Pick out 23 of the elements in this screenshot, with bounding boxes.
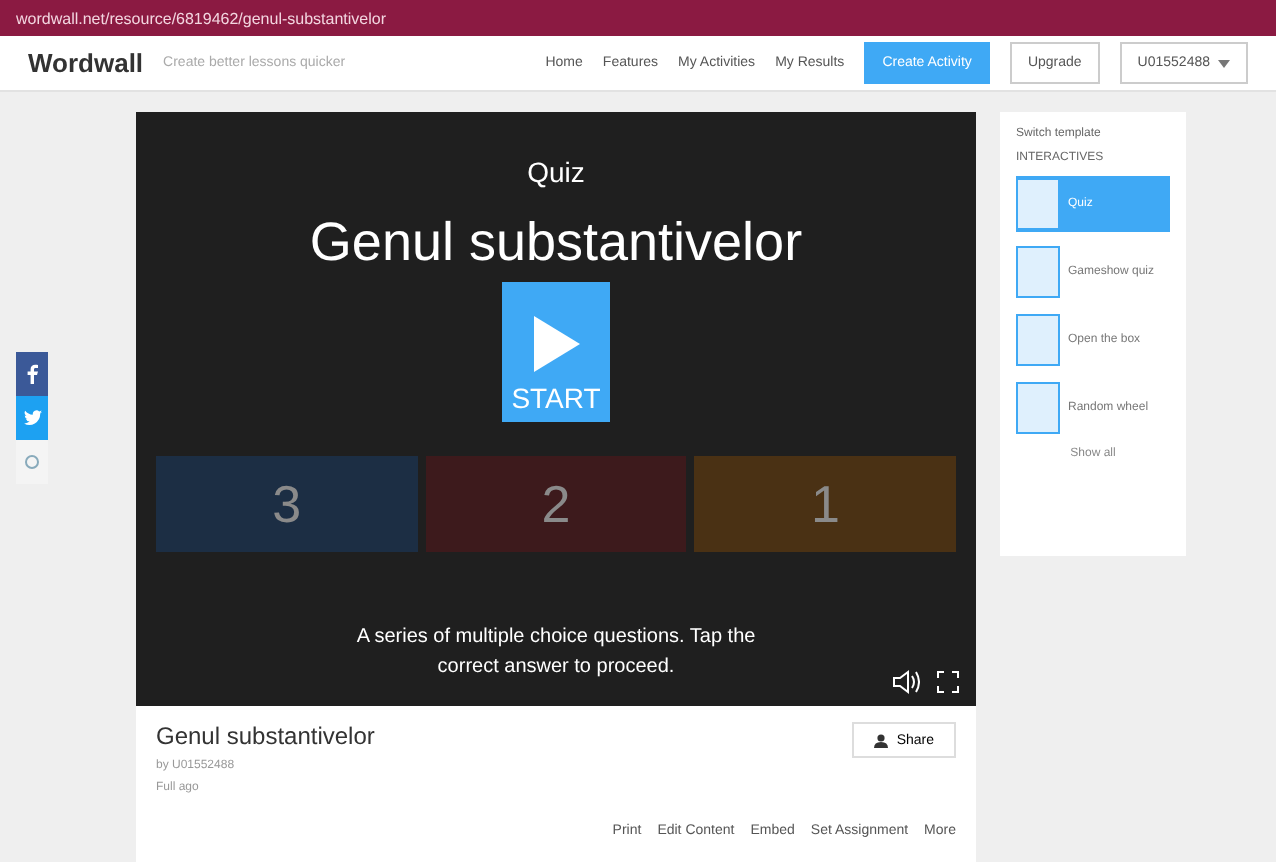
fullscreen-icon[interactable] <box>936 670 960 694</box>
logo[interactable]: Wordwall <box>28 48 144 78</box>
answer-tile: 2 <box>425 456 687 552</box>
play-icon <box>530 314 582 374</box>
address-bar[interactable]: wordwall.net/resource/6819462/genul-substantivelor <box>16 9 386 27</box>
facebook-button[interactable] <box>16 352 48 396</box>
template-thumbnail <box>1016 178 1060 230</box>
bird-icon <box>23 410 41 426</box>
answer-tile: 1 <box>694 456 957 552</box>
template-thumbnail <box>1016 246 1060 298</box>
sound-icon[interactable] <box>892 670 920 694</box>
description: A series of multiple choice questions. Tap the correct answer to proceed. <box>356 624 756 682</box>
answer-tile: 3 <box>156 456 418 552</box>
twitter-button[interactable] <box>16 396 48 440</box>
template-thumbnail <box>1016 382 1060 434</box>
activity-title: Genul substantivelor <box>156 722 377 750</box>
activity-title: Genul substantivelor <box>309 212 803 274</box>
chevron-down-icon <box>1218 59 1230 67</box>
template-name: Quiz <box>527 156 585 188</box>
person-icon <box>874 733 889 747</box>
template-thumbnail <box>1016 314 1060 366</box>
circle-icon <box>24 454 40 470</box>
facebook-icon <box>26 364 38 384</box>
